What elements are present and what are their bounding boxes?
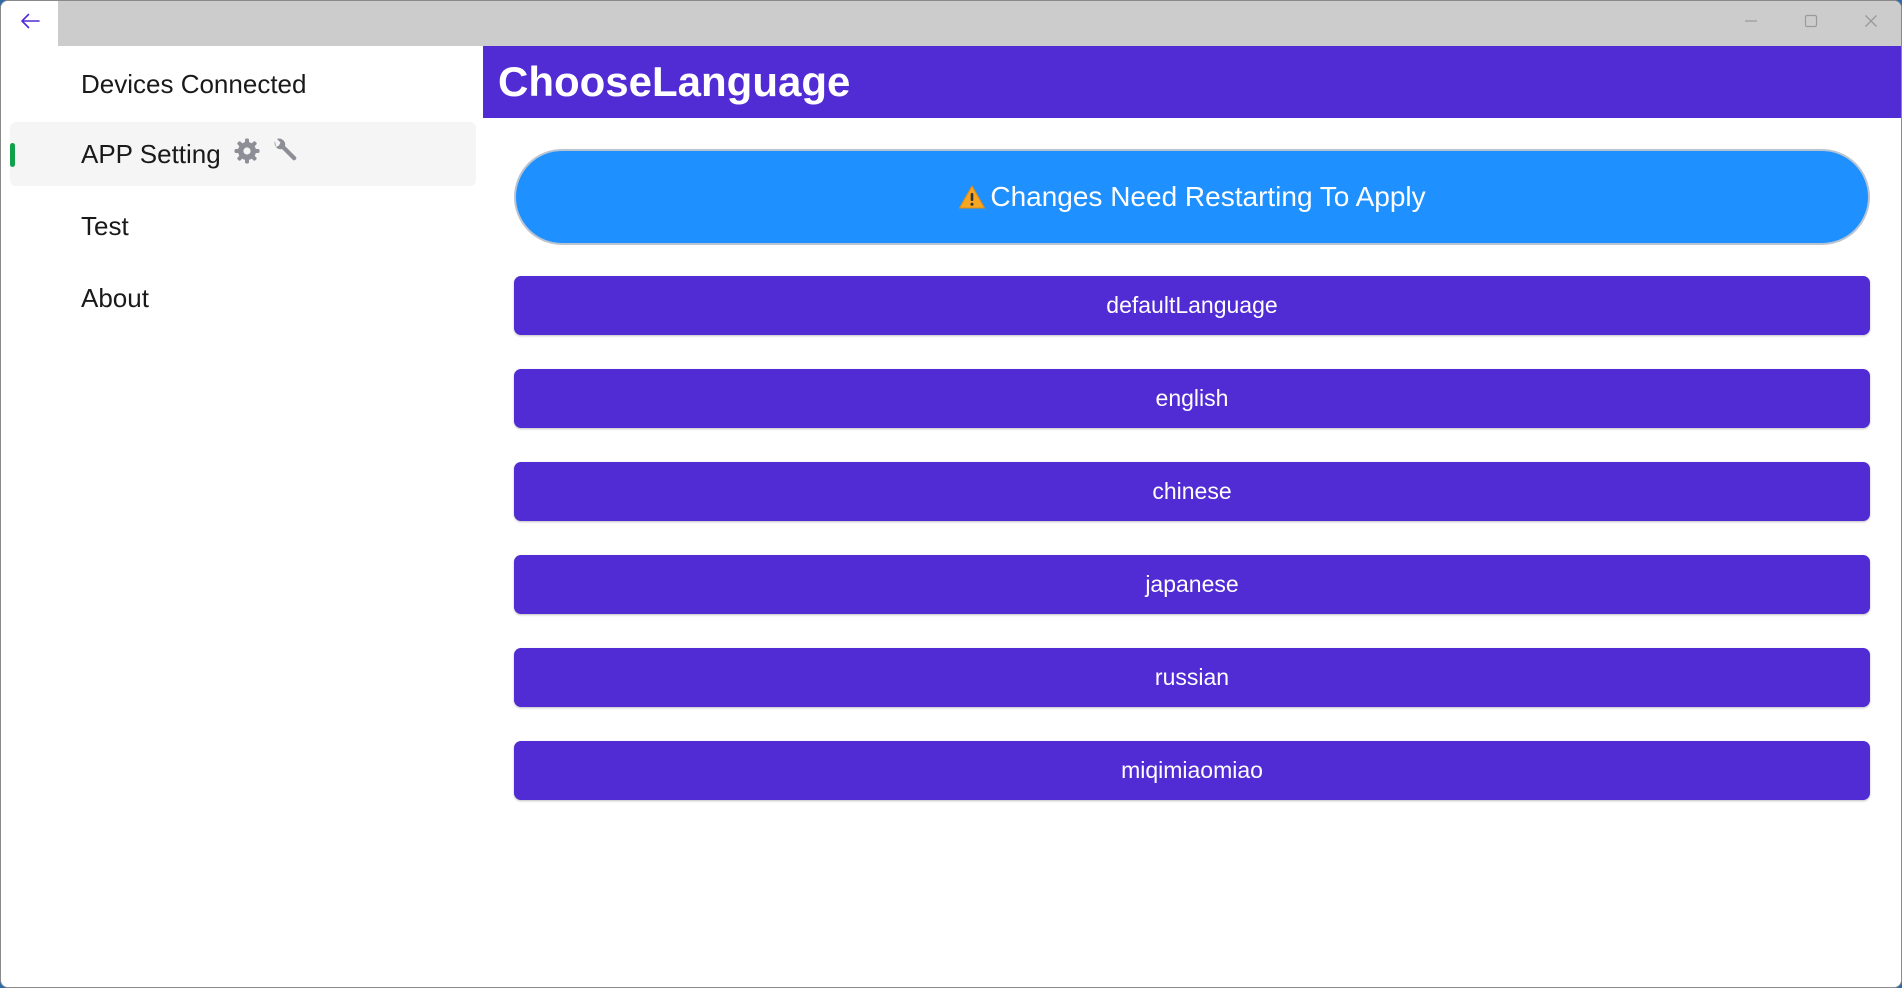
maximize-icon [1804, 14, 1818, 33]
restart-warning-label: Changes Need Restarting To Apply [990, 181, 1426, 212]
language-button-label: chinese [1152, 478, 1232, 504]
language-button-label: japanese [1145, 571, 1239, 597]
minimize-button[interactable] [1721, 1, 1781, 46]
sidebar-item-app-setting[interactable]: APP Setting [10, 122, 476, 186]
minimize-icon [1744, 14, 1758, 33]
close-icon [1864, 14, 1878, 33]
close-button[interactable] [1841, 1, 1901, 46]
page-header: ChooseLanguage [483, 46, 1901, 118]
sidebar-item-label: About [81, 282, 149, 313]
language-button-default[interactable]: defaultLanguage [514, 276, 1870, 335]
app-window: Devices Connected APP Setting Test About… [0, 0, 1902, 988]
wrench-icon [269, 136, 299, 173]
language-button-label: defaultLanguage [1106, 292, 1278, 318]
language-button-label: russian [1154, 664, 1230, 690]
back-button[interactable] [1, 1, 58, 46]
sidebar: Devices Connected APP Setting Test About [1, 46, 483, 987]
sidebar-item-devices-connected[interactable]: Devices Connected [10, 52, 476, 116]
sidebar-item-label: Test [81, 210, 129, 241]
warning-icon [958, 184, 986, 210]
language-button-chinese[interactable]: chinese [514, 462, 1870, 521]
language-button-english[interactable]: english [514, 369, 1870, 428]
sidebar-item-label: Devices Connected [81, 68, 307, 99]
language-button-label: miqimiaomiao [1121, 757, 1263, 783]
sidebar-item-about[interactable]: About [10, 266, 476, 330]
maximize-button[interactable] [1781, 1, 1841, 46]
title-bar[interactable] [58, 1, 1901, 46]
language-button-label: english [1155, 385, 1229, 411]
main-content: ChooseLanguage Changes Need Restarting T… [483, 46, 1901, 987]
sidebar-item-label: APP Setting [81, 138, 221, 169]
page-title: ChooseLanguage [498, 58, 851, 105]
language-button-japanese[interactable]: japanese [514, 555, 1870, 614]
language-button-miqimiaomiao[interactable]: miqimiaomiao [514, 741, 1870, 800]
language-button-russian[interactable]: russian [514, 648, 1870, 707]
restart-warning-button[interactable]: Changes Need Restarting To Apply [514, 149, 1870, 245]
arrow-left-icon [19, 12, 41, 35]
gear-icon [233, 137, 261, 172]
selection-indicator [10, 143, 15, 167]
sidebar-item-test[interactable]: Test [10, 194, 476, 258]
sidebar-item-icons [233, 136, 299, 173]
